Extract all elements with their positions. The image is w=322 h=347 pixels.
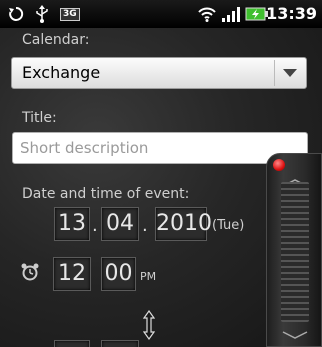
calendar-label: Calendar: xyxy=(22,32,90,48)
chevron-down-icon[interactable] xyxy=(274,60,305,86)
vertical-resize-icon xyxy=(142,309,156,344)
3g-icon: 3G xyxy=(60,0,80,28)
weekday-label: (Tue) xyxy=(212,218,245,233)
scroll-down-icon[interactable] xyxy=(281,324,309,343)
fast-scroll-bar[interactable] xyxy=(266,153,322,347)
network-badge: 3G xyxy=(60,7,80,21)
wifi-icon xyxy=(197,0,217,28)
date-separator: . xyxy=(142,215,148,236)
ampm-label: PM xyxy=(140,270,157,283)
usb-icon xyxy=(34,0,50,28)
minute-field[interactable]: 00 xyxy=(101,257,136,291)
title-placeholder: Short description xyxy=(20,139,149,157)
calendar-selected-value: Exchange xyxy=(22,63,101,82)
calendar-dropdown[interactable]: Exchange xyxy=(11,57,307,89)
status-bar: 3G 13:39 xyxy=(0,0,322,28)
title-input[interactable]: Short description xyxy=(12,132,308,164)
month-field[interactable]: 04 xyxy=(101,207,139,241)
screen: 3G 13:39 Calendar: Exchange Title: Short… xyxy=(0,0,322,347)
status-clock: 13:39 xyxy=(266,4,317,23)
signal-icon xyxy=(221,0,241,28)
datetime-label: Date and time of event: xyxy=(22,186,190,202)
date-separator: . xyxy=(92,215,98,236)
alarm-clock-icon xyxy=(20,262,40,286)
hour-field[interactable]: 12 xyxy=(53,257,91,291)
year-field[interactable]: 2010 xyxy=(155,207,212,241)
scroll-indicator-dot xyxy=(273,159,285,171)
end-month-field[interactable] xyxy=(101,340,139,347)
sync-icon xyxy=(7,0,25,28)
end-day-field[interactable] xyxy=(54,340,90,347)
day-field[interactable]: 13 xyxy=(54,207,90,241)
title-label: Title: xyxy=(22,110,57,126)
scroll-track[interactable] xyxy=(281,182,309,322)
